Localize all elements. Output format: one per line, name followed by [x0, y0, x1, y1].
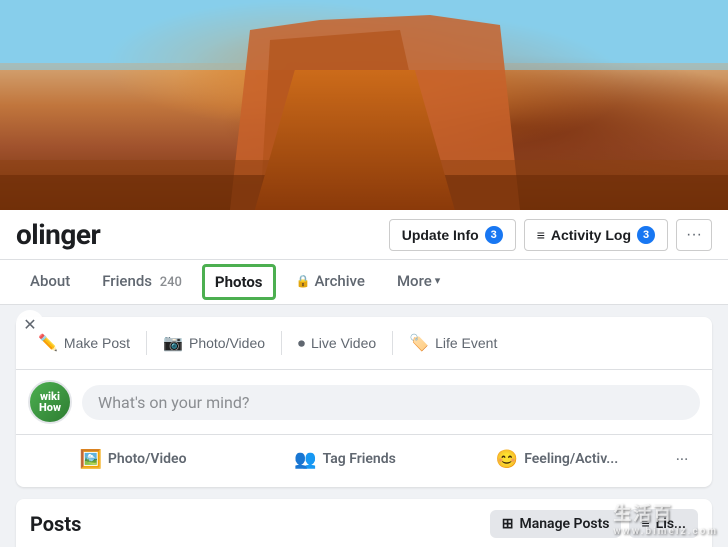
bottom-dots-icon: ··· [676, 450, 689, 469]
list-view-label: Lis... [656, 516, 686, 532]
chevron-down-icon: ▾ [435, 274, 441, 287]
post-input[interactable]: What's on your mind? [82, 385, 700, 420]
manage-posts-button[interactable]: ⊞ Manage Posts [490, 510, 622, 538]
lock-icon: 🔒 [296, 274, 311, 288]
update-info-badge: 3 [485, 226, 503, 244]
video-icon: ⏺ [298, 335, 305, 352]
photo-bottom-icon: 🖼️ [80, 449, 102, 470]
divider-2 [281, 331, 282, 355]
camera-icon: 📷 [163, 333, 183, 353]
profile-actions: Update Info 3 ≡ Activity Log 3 ··· [389, 219, 712, 251]
photo-video-label: Photo/Video [189, 335, 265, 351]
update-info-button[interactable]: Update Info 3 [389, 219, 516, 251]
live-video-button[interactable]: ⏺ Live Video [288, 329, 386, 358]
life-event-label: Life Event [435, 335, 497, 351]
tab-photos[interactable]: Photos [202, 264, 276, 300]
post-bottom-actions: 🖼️ Photo/Video 👥 Tag Friends 😊 Feeling/A… [16, 434, 712, 487]
posts-bar: Posts ⊞ Manage Posts ≡ Lis... [16, 499, 712, 547]
tab-photos-wrapper: Photos [200, 260, 278, 304]
avatar: wiki How [28, 380, 72, 424]
posts-label: Posts [30, 512, 81, 536]
post-input-area: wiki How What's on your mind? [16, 370, 712, 434]
list-view-icon: ≡ [641, 515, 649, 532]
make-post-label: Make Post [64, 335, 130, 351]
more-dots-button[interactable]: ··· [676, 219, 712, 251]
close-button[interactable]: ✕ [16, 310, 44, 338]
list-view-button[interactable]: ≡ Lis... [629, 509, 698, 538]
emoji-icon: 😊 [496, 449, 518, 470]
feeling-activity-label: Feeling/Activ... [524, 451, 618, 467]
tag-friends-button[interactable]: 👥 Tag Friends [240, 442, 450, 477]
dots-icon: ··· [686, 226, 702, 244]
tag-icon: 👥 [294, 449, 316, 470]
photo-video-bottom-label: Photo/Video [108, 451, 187, 467]
live-video-label: Live Video [311, 335, 376, 351]
flag-icon: 🏷️ [409, 333, 429, 353]
tab-more[interactable]: More ▾ [383, 262, 454, 303]
pencil-icon: ✏️ [38, 333, 58, 353]
post-box: ✏️ Make Post 📷 Photo/Video ⏺ Live Video … [16, 317, 712, 487]
feeling-activity-button[interactable]: 😊 Feeling/Activ... [452, 442, 662, 477]
close-icon: ✕ [23, 315, 36, 334]
activity-log-button[interactable]: ≡ Activity Log 3 [524, 219, 668, 251]
bottom-more-dots-button[interactable]: ··· [664, 441, 700, 477]
manage-posts-label: Manage Posts [519, 516, 609, 532]
tab-about[interactable]: About [16, 262, 84, 303]
friends-count: 240 [160, 275, 182, 290]
profile-name: olinger [16, 218, 100, 251]
posts-right-actions: ⊞ Manage Posts ≡ Lis... [490, 509, 698, 538]
profile-bar: olinger Update Info 3 ≡ Activity Log 3 ·… [0, 210, 728, 260]
content-area: ✕ ✏️ Make Post 📷 Photo/Video ⏺ Live Vide… [0, 305, 728, 547]
avatar-line2: How [39, 402, 61, 413]
manage-icon: ⊞ [502, 516, 514, 532]
photo-video-button[interactable]: 📷 Photo/Video [153, 327, 275, 359]
update-info-label: Update Info [402, 227, 479, 243]
divider-1 [146, 331, 147, 355]
cover-photo [0, 0, 728, 210]
list-icon: ≡ [537, 227, 545, 243]
tab-friends[interactable]: Friends 240 [88, 262, 196, 303]
activity-log-label: Activity Log [551, 227, 631, 243]
activity-log-badge: 3 [637, 226, 655, 244]
photo-video-bottom-button[interactable]: 🖼️ Photo/Video [28, 442, 238, 477]
page-wrapper: olinger Update Info 3 ≡ Activity Log 3 ·… [0, 0, 728, 547]
make-post-button[interactable]: ✏️ Make Post [28, 327, 140, 359]
divider-3 [392, 331, 393, 355]
post-actions-bar: ✏️ Make Post 📷 Photo/Video ⏺ Live Video … [16, 317, 712, 370]
life-event-button[interactable]: 🏷️ Life Event [399, 327, 507, 359]
tab-archive[interactable]: 🔒 Archive [282, 262, 379, 303]
post-placeholder-text: What's on your mind? [98, 393, 249, 412]
nav-tabs: About Friends 240 Photos 🔒 Archive More … [0, 260, 728, 305]
tag-friends-label: Tag Friends [323, 451, 396, 467]
